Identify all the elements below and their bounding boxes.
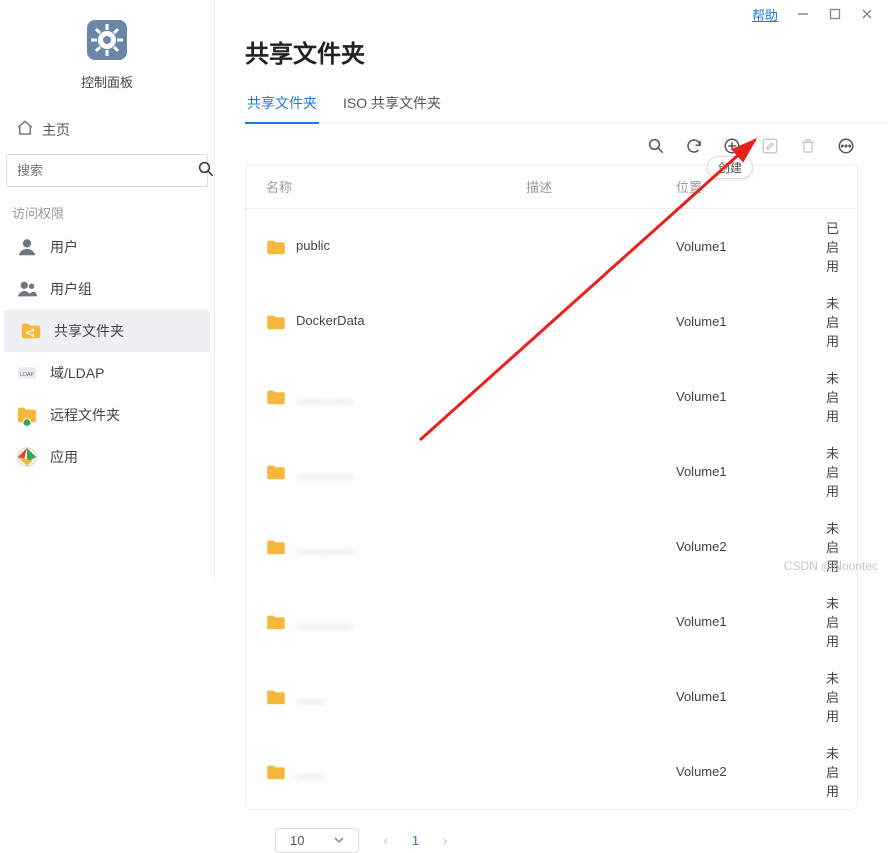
table-row[interactable]: ________ Volume1未启用 <box>246 584 857 659</box>
shared-folder-icon <box>20 320 42 342</box>
more-button[interactable] <box>836 136 856 156</box>
col-status[interactable] <box>826 177 837 196</box>
row-location: Volume2 <box>676 539 826 554</box>
remote-folder-icon <box>16 404 38 426</box>
row-name: ________ <box>296 463 354 478</box>
table-row[interactable]: ____ Volume2未启用 <box>246 734 857 809</box>
folder-icon <box>266 689 286 705</box>
group-icon <box>16 278 38 300</box>
toolbar <box>245 124 888 164</box>
folder-icon <box>266 389 286 405</box>
col-name[interactable]: 名称 <box>266 177 526 196</box>
row-name: DockerData <box>296 313 365 328</box>
row-name: public <box>296 238 330 253</box>
delete-button[interactable] <box>798 136 818 156</box>
row-location: Volume1 <box>676 689 826 704</box>
row-name: ____ <box>296 763 325 778</box>
sidebar-section-label: 访问权限 <box>0 195 214 226</box>
row-status: 已启用 <box>826 218 839 275</box>
row-name: ________ <box>296 613 354 628</box>
next-page-button[interactable]: › <box>437 831 453 850</box>
search-icon <box>197 160 215 181</box>
watermark: CSDN @Noontec <box>784 559 878 573</box>
folder-icon <box>266 464 286 480</box>
row-name: ________ <box>296 538 354 553</box>
sidebar-item-label: 共享文件夹 <box>54 321 124 341</box>
row-name: ________ <box>296 388 354 403</box>
sidebar-item-label: 域/LDAP <box>50 363 104 383</box>
folder-icon <box>266 614 286 630</box>
table-row[interactable]: ________Volume2未启用 <box>246 509 857 584</box>
home-icon <box>16 119 34 140</box>
main-content: 共享文件夹 共享文件夹 ISO 共享文件夹 名称 描述 位置 public Vol… <box>215 0 888 579</box>
add-button[interactable] <box>722 136 742 156</box>
prev-page-button[interactable]: ‹ <box>377 831 393 850</box>
row-status: 未启用 <box>826 668 839 725</box>
app-title: 控制面板 <box>0 72 214 91</box>
row-location: Volume1 <box>676 239 826 254</box>
col-desc[interactable]: 描述 <box>526 177 676 196</box>
chevron-down-icon <box>334 833 344 848</box>
row-location: Volume1 <box>676 614 826 629</box>
row-name: ____ <box>296 688 325 703</box>
search-box[interactable] <box>6 154 208 187</box>
sidebar-item-shared-folder[interactable]: 共享文件夹 <box>4 310 210 352</box>
sidebar-item-user[interactable]: 用户 <box>0 226 214 268</box>
table-row[interactable]: ________ Volume1未启用 <box>246 434 857 509</box>
sidebar-home-label: 主页 <box>42 120 70 140</box>
search-input[interactable] <box>13 159 197 182</box>
col-loc[interactable]: 位置 <box>676 177 826 196</box>
table-header: 名称 描述 位置 <box>246 165 857 209</box>
sidebar-item-label: 远程文件夹 <box>50 405 120 425</box>
row-location: Volume2 <box>676 764 826 779</box>
refresh-button[interactable] <box>684 136 704 156</box>
row-status: 未启用 <box>826 593 839 650</box>
folder-icon <box>266 314 286 330</box>
row-status: 未启用 <box>826 743 839 800</box>
page-title: 共享文件夹 <box>245 34 888 69</box>
svg-text:LDAP: LDAP <box>20 372 35 378</box>
pager: 10 ‹ 1 › <box>245 810 888 853</box>
sidebar-home[interactable]: 主页 <box>0 113 214 146</box>
row-location: Volume1 <box>676 314 826 329</box>
row-location: Volume1 <box>676 464 826 479</box>
search-button[interactable] <box>646 136 666 156</box>
row-status: 未启用 <box>826 443 839 500</box>
page-size-select[interactable]: 10 <box>275 828 359 853</box>
tab-iso-shared-folder[interactable]: ISO 共享文件夹 <box>341 87 443 123</box>
sidebar-item-group[interactable]: 用户组 <box>0 268 214 310</box>
user-icon <box>16 236 38 258</box>
row-status: 未启用 <box>826 293 839 350</box>
table-row[interactable]: ____ Volume1未启用 <box>246 659 857 734</box>
page-size-value: 10 <box>290 833 304 848</box>
tooltip-create: 创建 <box>707 156 753 179</box>
table-row[interactable]: DockerData Volume1未启用 <box>246 284 857 359</box>
sidebar-item-label: 应用 <box>50 447 78 467</box>
tab-shared-folder[interactable]: 共享文件夹 <box>245 87 319 123</box>
row-location: Volume1 <box>676 389 826 404</box>
sidebar-item-label: 用户组 <box>50 279 92 299</box>
folder-icon <box>266 539 286 555</box>
apps-icon <box>16 446 38 468</box>
folder-table: 名称 描述 位置 publicVolume1已启用DockerDataVolum… <box>245 164 858 810</box>
table-row[interactable]: ________ Volume1未启用 <box>246 359 857 434</box>
sidebar: 控制面板 主页 访问权限 用户 用户组 共享文件夹 LDAP 域/LDAP 远程… <box>0 0 215 579</box>
tabs: 共享文件夹 ISO 共享文件夹 <box>245 87 888 124</box>
ldap-icon: LDAP <box>16 362 38 384</box>
row-status: 未启用 <box>826 368 839 425</box>
table-row[interactable]: public Volume1已启用 <box>246 209 857 284</box>
sidebar-item-ldap[interactable]: LDAP 域/LDAP <box>0 352 214 394</box>
edit-button[interactable] <box>760 136 780 156</box>
sidebar-item-apps[interactable]: 应用 <box>0 436 214 478</box>
folder-icon <box>266 239 286 255</box>
folder-icon <box>266 764 286 780</box>
page-number[interactable]: 1 <box>412 833 419 848</box>
app-icon <box>85 18 129 62</box>
sidebar-item-remote-folder[interactable]: 远程文件夹 <box>0 394 214 436</box>
sidebar-item-label: 用户 <box>50 237 78 257</box>
